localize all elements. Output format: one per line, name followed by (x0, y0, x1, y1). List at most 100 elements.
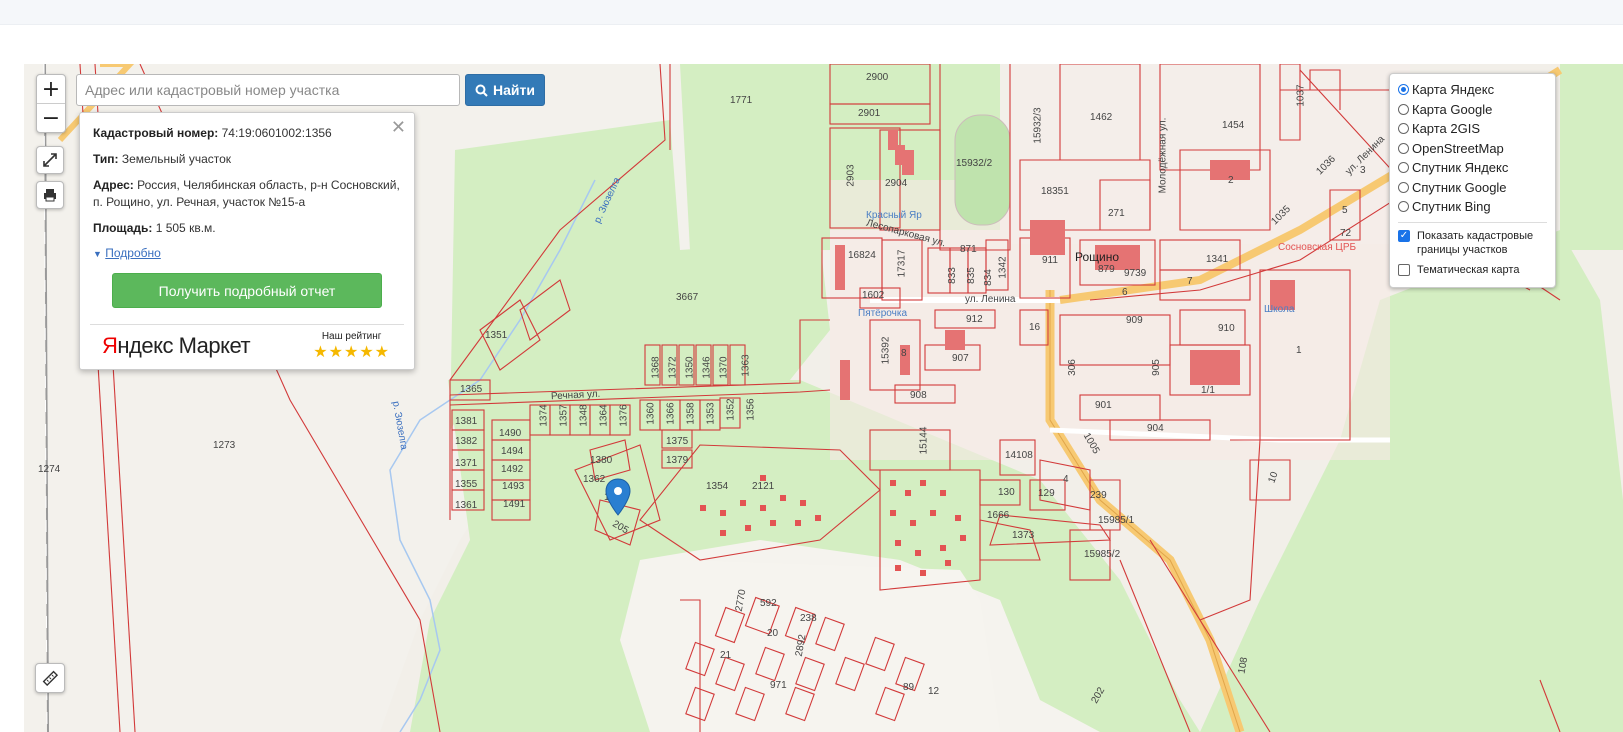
area-row: Площадь: 1 505 кв.м. (93, 220, 401, 237)
parcel-label: 1348 (578, 404, 590, 427)
cadastral-borders-toggle[interactable]: ✓ Показать кадастровые границы участков (1398, 229, 1547, 257)
parcel-label: 1382 (455, 436, 478, 447)
checkbox-checked-icon[interactable]: ✓ (1398, 229, 1410, 242)
parcel-label: 1037 (1295, 84, 1307, 107)
parcel-label: 129 (1038, 488, 1055, 499)
parcel-label: 1274 (38, 464, 61, 475)
parcel-label: 1374 (538, 404, 550, 427)
parcel-label: 1352 (725, 398, 737, 421)
area-value: 1 505 кв.м. (155, 221, 216, 235)
fullscreen-button[interactable] (36, 146, 64, 174)
details-link[interactable]: Подробно (105, 246, 161, 260)
parcel-label: 15144 (918, 426, 930, 455)
parcel-label: 21 (720, 650, 732, 661)
print-button[interactable] (36, 181, 64, 209)
details-toggle[interactable]: ▼ Подробно (93, 246, 401, 260)
close-icon[interactable]: ✕ (391, 117, 406, 138)
parcel-label: 833 (946, 267, 958, 284)
layer-option[interactable]: Спутник Яндекс (1398, 158, 1547, 178)
parcel-label: 20 (767, 628, 779, 639)
street-label: ул. Ленина (965, 294, 1016, 305)
parcel-label: 1666 (987, 510, 1010, 521)
address-label: Адрес: (93, 178, 134, 192)
search-button[interactable]: Найти (465, 74, 545, 106)
parcel-label: 15985/2 (1084, 549, 1121, 560)
parcel-label: 1341 (1206, 254, 1229, 265)
parcel-label: 1005 (1080, 431, 1102, 456)
parcel-label: 1454 (1222, 120, 1245, 131)
zoom-control: + − (36, 74, 66, 133)
get-report-button[interactable]: Получить подробный отчет (112, 273, 382, 308)
layer-option[interactable]: Спутник Bing (1398, 197, 1547, 217)
parcel-label: 911 (1042, 255, 1058, 266)
parcel-label: 2770 (733, 588, 749, 613)
parcel-label: 8 (901, 348, 907, 359)
parcel-label: 835 (965, 267, 977, 284)
parcel-label: 1493 (502, 481, 525, 492)
parcel-label: 1346 (701, 356, 713, 379)
radio-icon[interactable] (1398, 201, 1409, 213)
radio-icon[interactable] (1398, 103, 1409, 115)
parcel-label: 6 (1122, 287, 1128, 298)
parcel-label: 202 (1089, 685, 1108, 706)
parcel-label: 1462 (1090, 112, 1113, 123)
parcel-label: 16824 (848, 250, 876, 261)
parcel-label: 1368 (650, 356, 662, 379)
search-button-label: Найти (493, 82, 535, 98)
radio-icon[interactable] (1398, 123, 1409, 135)
expand-icon (43, 153, 57, 167)
search-icon (475, 84, 488, 97)
zoom-out-button[interactable]: − (37, 103, 65, 132)
top-bar (0, 0, 1623, 25)
place-label: Пятёрочка (858, 308, 908, 319)
radio-icon[interactable] (1398, 181, 1409, 193)
type-row: Тип: Земельный участок (93, 151, 401, 168)
parcel-label: 1355 (455, 479, 478, 490)
radio-icon[interactable] (1398, 142, 1409, 154)
parcel-label: 3667 (676, 292, 699, 303)
location-pin-icon[interactable] (605, 478, 631, 516)
layer-option[interactable]: Карта 2GIS (1398, 119, 1547, 139)
parcel-label: 905 (1150, 359, 1162, 376)
parcel-label: 72 (1340, 228, 1352, 239)
place-label: Школа (1264, 304, 1295, 315)
street-label: Лесопарковая ул. (864, 217, 947, 250)
parcel-label: 1/1 (1201, 385, 1215, 396)
parcel-label: 1350 (684, 356, 696, 379)
parcel-label: 2892 (793, 633, 809, 658)
zoom-in-button[interactable]: + (37, 75, 65, 103)
ruler-button[interactable] (35, 663, 65, 693)
river-label: р. Зюзелга (389, 400, 410, 451)
parcel-label: 1494 (501, 446, 524, 457)
parcel-label: 1365 (460, 384, 483, 395)
thematic-map-toggle[interactable]: Тематическая карта (1398, 263, 1547, 277)
layer-option[interactable]: OpenStreetMap (1398, 139, 1547, 159)
checkbox-icon[interactable] (1398, 263, 1410, 276)
search-input[interactable]: Адрес или кадастровый номер участка (76, 74, 460, 106)
radio-icon[interactable] (1398, 162, 1409, 174)
parcel-label: 108 (1236, 656, 1251, 675)
parcel-label: 15985/1 (1098, 515, 1135, 526)
parcel-label: 15932/2 (956, 158, 993, 169)
address-row: Адрес: Россия, Челябинская область, р-н … (93, 177, 401, 211)
parcel-label: 205 (610, 518, 631, 537)
layer-option[interactable]: Карта Google (1398, 100, 1547, 120)
parcel-label: 1354 (706, 481, 729, 492)
parcel-label: 1372 (667, 356, 679, 379)
parcel-info-popup: ✕ Кадастровый номер: 74:19:0601002:1356 … (79, 112, 415, 370)
parcel-label: 1035 (1269, 203, 1293, 228)
layer-option[interactable]: Карта Яндекс (1398, 80, 1547, 100)
radio-icon[interactable] (1398, 84, 1409, 96)
type-value: Земельный участок (121, 152, 232, 166)
parcel-label: 14108 (1005, 450, 1033, 461)
parcel-label: 15932/3 (1032, 107, 1044, 144)
layer-switcher: Карта Яндекс Карта Google Карта 2GIS Ope… (1389, 73, 1556, 288)
parcel-label: 1370 (718, 356, 730, 379)
parcel-label: 3 (1360, 165, 1366, 176)
parcel-label: 1492 (501, 464, 524, 475)
layer-option[interactable]: Спутник Google (1398, 178, 1547, 198)
parcel-label: 1379 (666, 455, 689, 466)
parcel-label: 904 (1147, 423, 1164, 434)
market-banner[interactable]: Яндекс Маркет Наш рейтинг ★★★★★ (90, 324, 404, 369)
parcel-label: 271 (1108, 208, 1125, 219)
